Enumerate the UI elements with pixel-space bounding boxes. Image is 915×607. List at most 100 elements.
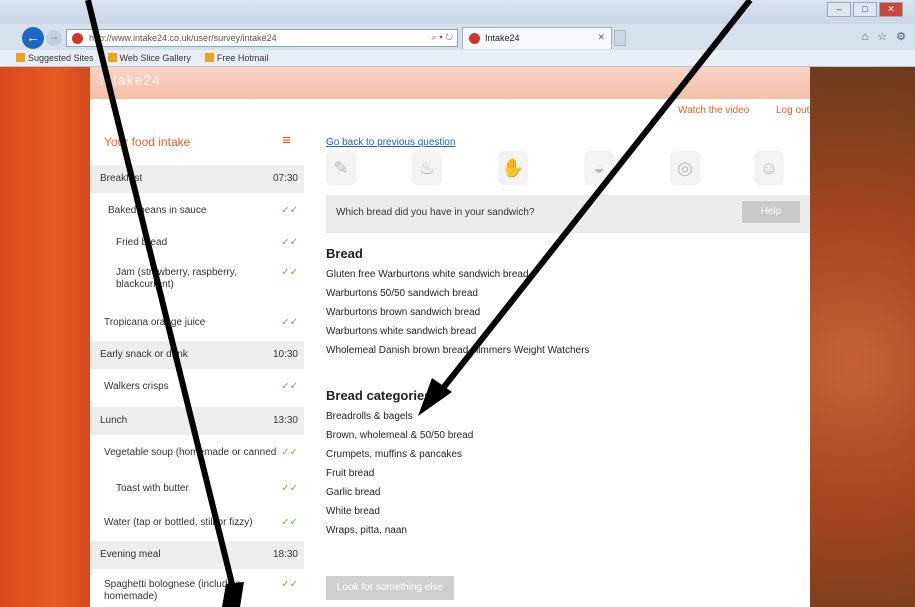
food-row[interactable]: Fried bread ✓✓ [90, 227, 304, 257]
address-url: http://www.intake24.co.uk/user/survey/in… [89, 33, 277, 43]
check-icon: ✓✓ [281, 205, 298, 216]
meal-label: Breakfast [100, 173, 143, 184]
hand-icon: ✋ [498, 151, 528, 185]
check-icon: ✓✓ [281, 237, 298, 248]
favorites-bar: Suggested Sites Web Slice Gallery Free H… [0, 50, 915, 67]
food-row[interactable]: Water (tap or bottled, still or fizzy) ✓… [90, 507, 304, 541]
bowl-icon: ◒ [584, 151, 614, 185]
menu-icon[interactable]: ≡ [282, 133, 291, 148]
category-option[interactable]: Fruit bread [326, 468, 374, 479]
food-row[interactable]: Vegetable soup (homemade or canned) ✓✓ [90, 435, 304, 471]
meal-label: Evening meal [100, 549, 161, 560]
category-option[interactable]: Crumpets, muffins & pancakes [326, 449, 462, 460]
categories-section-title: Bread categories [326, 388, 432, 403]
meal-time: 10:30 [272, 349, 298, 360]
address-tools-icon[interactable]: ⌕ ▾ ↻ [432, 32, 453, 43]
meal-label: Lunch [100, 415, 128, 426]
check-icon: ✓✓ [281, 267, 298, 278]
check-icon: ✓✓ [281, 317, 298, 328]
check-icon: ✓✓ [281, 517, 298, 528]
pencil-icon: ✎ [326, 151, 356, 185]
food-label: Baked beans in sauce [108, 205, 207, 216]
food-option[interactable]: Warburtons white sandwich bread [326, 326, 476, 337]
food-label: Walkers crisps [104, 381, 169, 392]
food-icon: ♨ [412, 151, 442, 185]
meal-row-breakfast[interactable]: Breakfast 07:30 [90, 165, 304, 193]
window-controls: – □ ✕ [827, 2, 903, 17]
food-label: Toast with butter [116, 483, 189, 494]
meal-time: 07:30 [272, 173, 298, 184]
food-option[interactable]: Gluten free Warburtons white sandwich br… [326, 269, 529, 280]
check-icon: ✓✓ [281, 381, 298, 392]
address-bar[interactable]: http://www.intake24.co.uk/user/survey/in… [66, 29, 458, 47]
food-label: Fried bread [116, 237, 168, 248]
previous-question-link[interactable]: Go back to previous question [326, 137, 456, 148]
tab-favicon-icon [469, 33, 480, 44]
site-favicon-icon [72, 33, 83, 44]
help-button[interactable]: Help [742, 201, 800, 223]
browser-navbar: ← → http://www.intake24.co.uk/user/surve… [0, 24, 915, 50]
food-intake-sidebar: Your food intake ≡ Breakfast 07:30 Baked… [90, 125, 304, 607]
top-links-bar: Watch the video Log out [90, 99, 810, 125]
meal-row-evening-meal[interactable]: Evening meal 18:30 [90, 541, 304, 569]
background-artwork [810, 67, 915, 607]
check-icon: ✓✓ [281, 447, 298, 458]
logout-link[interactable]: Log out [776, 105, 809, 116]
survey-main: Go back to previous question ✎ ♨ ✋ ◒ ◎ ☺… [326, 125, 810, 607]
food-label: Tropicana orange juice [104, 317, 206, 328]
slice-icon [107, 53, 117, 62]
brand-logo[interactable]: intake24 [100, 72, 161, 88]
favorite-item[interactable]: Free Hotmail [204, 53, 268, 66]
tab-close-icon[interactable]: ✕ [597, 32, 605, 43]
close-window-button[interactable]: ✕ [879, 2, 903, 17]
browser-tab[interactable]: Intake24 ✕ [462, 27, 612, 49]
food-label: Jam (strawberry, raspberry, blackcurrant… [116, 267, 237, 290]
content-area: Your food intake ≡ Breakfast 07:30 Baked… [90, 125, 810, 607]
check-icon: ✓✓ [281, 483, 298, 494]
plate-icon: ◎ [670, 151, 700, 185]
category-option[interactable]: Breadrolls & bagels [326, 411, 413, 422]
browser-tools-icons[interactable]: ⌂ ☆ ⚙ [862, 30, 909, 43]
back-button[interactable]: ← [22, 27, 44, 49]
food-row[interactable]: Tropicana orange juice ✓✓ [90, 305, 304, 341]
sidebar-title: Your food intake [104, 135, 191, 149]
tab-title: Intake24 [485, 33, 520, 43]
favorite-item[interactable]: Suggested Sites [16, 53, 94, 66]
star-icon [16, 53, 25, 62]
forward-button[interactable]: → [46, 30, 62, 46]
food-label: Vegetable soup (homemade or canned) [104, 447, 276, 458]
category-option[interactable]: Brown, wholemeal & 50/50 bread [326, 430, 473, 441]
question-box: Which bread did you have in your sandwic… [326, 195, 810, 233]
meal-row-lunch[interactable]: Lunch 13:30 [90, 407, 304, 435]
category-option[interactable]: White bread [326, 506, 380, 517]
meal-time: 18:30 [272, 549, 298, 560]
check-icon: ✓✓ [281, 579, 298, 590]
watch-video-link[interactable]: Watch the video [678, 105, 749, 116]
food-row[interactable]: Jam (strawberry, raspberry, blackcurrant… [90, 257, 304, 305]
food-option[interactable]: Warburtons brown sandwich bread [326, 307, 480, 318]
chef-icon: ☺ [754, 151, 784, 185]
food-option[interactable]: Warburtons 50/50 sandwich bread [326, 288, 478, 299]
progress-steps: ✎ ♨ ✋ ◒ ◎ ☺ [326, 151, 810, 191]
question-text: Which bread did you have in your sandwic… [336, 207, 535, 218]
favorite-item[interactable]: Web Slice Gallery [107, 53, 191, 66]
minimize-button[interactable]: – [827, 2, 851, 17]
meal-label: Early snack or drink [100, 349, 188, 360]
food-row[interactable]: Walkers crisps ✓✓ [90, 369, 304, 407]
new-tab-button[interactable] [614, 30, 626, 46]
maximize-button[interactable]: □ [853, 2, 877, 17]
food-option[interactable]: Wholemeal Danish brown bread slimmers We… [326, 345, 589, 356]
food-row[interactable]: Baked beans in sauce ✓✓ [90, 193, 304, 227]
look-for-something-else-button[interactable]: Look for something else [326, 576, 454, 600]
food-row[interactable]: Toast with butter ✓✓ [90, 471, 304, 507]
meal-time: 13:30 [272, 415, 298, 426]
bread-section-title: Bread [326, 246, 363, 261]
food-row[interactable]: Spaghetti bolognese (including homemade)… [90, 569, 304, 607]
meal-row-early-snack[interactable]: Early snack or drink 10:30 [90, 341, 304, 369]
site-header [90, 67, 810, 99]
window-titlebar: – □ ✕ [0, 0, 915, 24]
category-option[interactable]: Wraps, pitta, naan [326, 525, 407, 536]
mail-icon [204, 53, 214, 62]
food-label: Water (tap or bottled, still or fizzy) [104, 517, 253, 528]
category-option[interactable]: Garlic bread [326, 487, 380, 498]
